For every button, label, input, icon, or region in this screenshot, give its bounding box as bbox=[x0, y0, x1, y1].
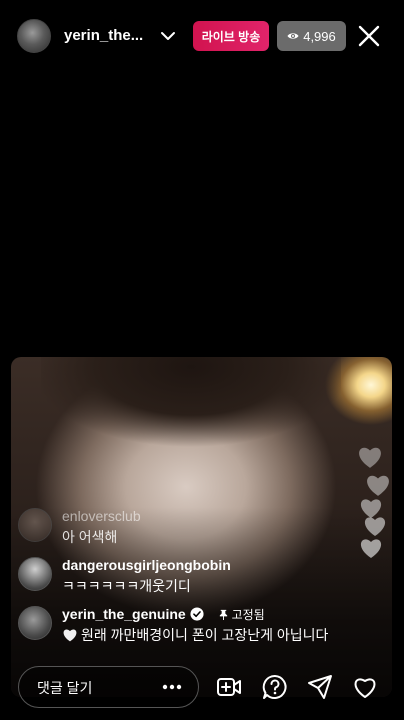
live-badge: 라이브 방송 bbox=[193, 21, 269, 51]
pinned-comment[interactable]: yerin_the_genuine 고정됨 원래 까만배경이니 폰이 고장난게 … bbox=[18, 606, 388, 646]
bottom-bar bbox=[0, 666, 404, 712]
pin-icon bbox=[219, 609, 227, 620]
live-stream-screen: yerin_the... 라이브 방송 4,996 enloversclub 아… bbox=[0, 0, 404, 720]
comment-text: 원래 까만배경이니 폰이 고장난게 아닙니다 bbox=[81, 627, 329, 643]
more-icon[interactable] bbox=[159, 677, 185, 697]
heart-icon[interactable] bbox=[352, 674, 378, 700]
avatar[interactable] bbox=[18, 606, 52, 640]
pinned-label: 고정됨 bbox=[231, 608, 265, 622]
avatar[interactable] bbox=[18, 557, 52, 591]
comment-text-row: 원래 까만배경이니 폰이 고장난게 아닙니다 bbox=[62, 625, 328, 645]
comment-text: 아 어색해 bbox=[62, 529, 118, 545]
host-avatar[interactable] bbox=[17, 19, 51, 53]
heart-icon bbox=[359, 447, 381, 468]
host-username[interactable]: yerin_the... bbox=[64, 27, 143, 44]
video-content bbox=[41, 357, 341, 457]
comment-username-row: yerin_the_genuine 고정됨 bbox=[62, 606, 265, 623]
viewer-count-badge[interactable]: 4,996 bbox=[277, 21, 346, 51]
comment-username[interactable]: enloversclub bbox=[62, 508, 141, 524]
send-icon[interactable] bbox=[307, 674, 333, 700]
comment-username[interactable]: yerin_the_genuine bbox=[62, 606, 186, 622]
comment-item[interactable]: dangerousgirljeongbobin ㅋㅋㅋㅋㅋㅋ개웃기디 bbox=[18, 557, 388, 597]
question-icon[interactable] bbox=[262, 674, 288, 700]
comment-input-container[interactable] bbox=[18, 666, 199, 709]
comment-username[interactable]: dangerousgirljeongbobin bbox=[62, 557, 231, 573]
heart-icon bbox=[367, 475, 389, 496]
live-header: yerin_the... 라이브 방송 4,996 bbox=[0, 0, 404, 74]
add-video-icon[interactable] bbox=[216, 674, 242, 700]
chevron-down-icon[interactable] bbox=[160, 29, 176, 43]
comment-text: ㅋㅋㅋㅋㅋㅋ개웃기디 bbox=[62, 578, 191, 594]
pinned-indicator: 고정됨 bbox=[218, 606, 265, 623]
close-icon[interactable] bbox=[358, 25, 380, 47]
eye-icon bbox=[287, 33, 299, 39]
heart-icon bbox=[63, 629, 77, 642]
viewer-count: 4,996 bbox=[303, 28, 336, 44]
comment-item[interactable]: enloversclub 아 어색해 bbox=[18, 508, 388, 548]
comment-input[interactable] bbox=[35, 667, 159, 709]
avatar[interactable] bbox=[18, 508, 52, 542]
verified-icon bbox=[190, 607, 204, 621]
